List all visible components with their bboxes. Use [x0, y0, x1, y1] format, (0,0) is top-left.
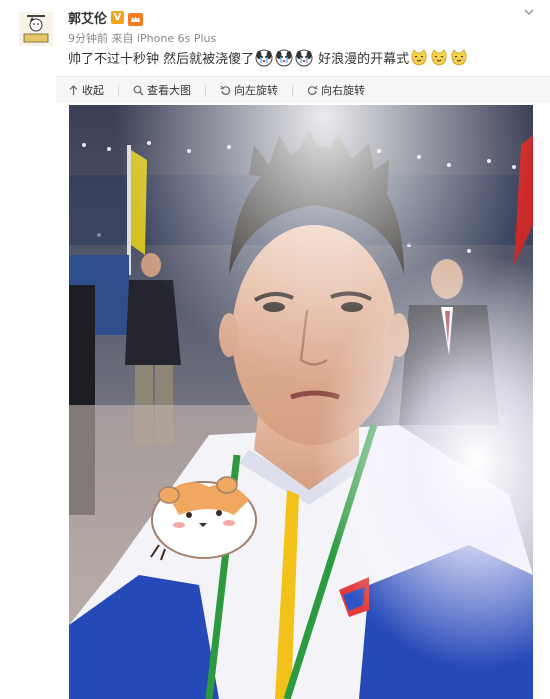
- collapse-button[interactable]: 收起: [68, 82, 104, 98]
- post-time[interactable]: 9分钟前: [68, 32, 108, 45]
- rotate-left-icon: [220, 85, 231, 95]
- avatar[interactable]: [19, 12, 53, 46]
- post-text-part2: 好浪漫的开幕式: [318, 52, 410, 67]
- rotate-right-icon: [307, 85, 318, 95]
- close-icon[interactable]: [522, 4, 536, 18]
- collapse-label: 收起: [82, 84, 104, 97]
- crying-dog-emoji: [275, 49, 293, 67]
- smiling-cat-emoji: [410, 48, 428, 67]
- post-text-part1: 帅了不过十秒钟 然后就被浇傻了: [68, 52, 255, 67]
- crying-dog-emoji: [255, 49, 273, 67]
- view-large-image-button[interactable]: 查看大图: [133, 82, 191, 98]
- post-source: 来自 iPhone 6s Plus: [111, 32, 217, 45]
- rotate-left-button[interactable]: 向左旋转: [220, 82, 278, 98]
- verified-badge-icon: V: [111, 10, 125, 24]
- collapse-icon: [69, 84, 78, 95]
- rotate-right-button[interactable]: 向右旋转: [307, 82, 365, 98]
- smiling-cat-emoji: [450, 48, 468, 67]
- image-toolbar: 收起 查看大图 向左旋转 向右旋转: [56, 76, 550, 103]
- post-header: 郭艾伦 V 9分钟前 来自 iPhone 6s Plus 帅了不过十秒钟 然后就…: [0, 0, 550, 76]
- rotate-left-label: 向左旋转: [234, 84, 278, 97]
- username[interactable]: 郭艾伦: [68, 8, 107, 27]
- search-icon: [133, 85, 144, 95]
- view-large-image-label: 查看大图: [147, 84, 191, 97]
- rotate-right-label: 向右旋转: [321, 84, 365, 97]
- toolbar-divider: [205, 84, 206, 96]
- post-meta: 9分钟前 来自 iPhone 6s Plus: [68, 30, 216, 46]
- post-text: 帅了不过十秒钟 然后就被浇傻了 好浪漫的开幕式: [68, 48, 469, 67]
- username-row: 郭艾伦 V: [68, 8, 144, 27]
- smiling-cat-emoji: [430, 48, 448, 67]
- post-photo[interactable]: [69, 105, 533, 699]
- toolbar-divider: [292, 84, 293, 96]
- crown-badge-icon: [128, 11, 144, 26]
- toolbar-divider: [118, 84, 119, 96]
- crying-dog-emoji: [295, 49, 313, 67]
